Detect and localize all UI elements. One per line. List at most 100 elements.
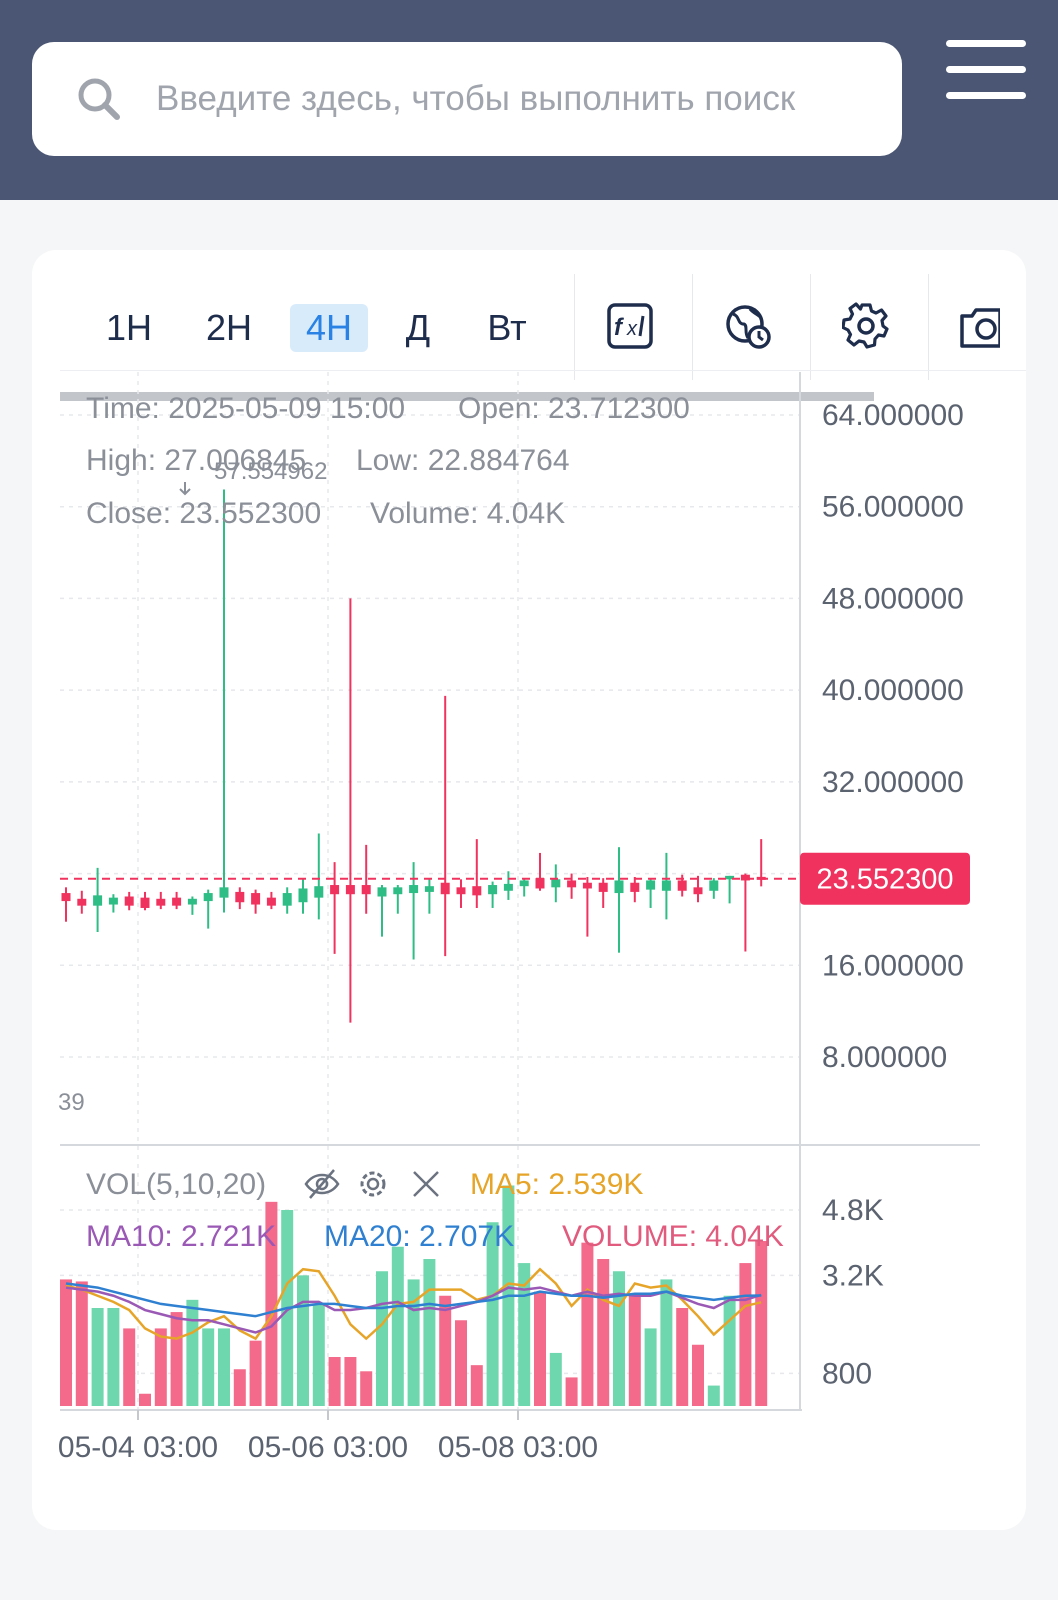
volume-bar [534,1291,546,1406]
volume-bar [312,1303,325,1406]
top-header [0,0,1058,200]
candle-body [472,886,482,896]
candle-body [535,878,545,889]
volume-settings-icon[interactable] [360,1171,386,1197]
ma5-label: MA5: 2.539K [470,1168,643,1201]
volume-bar [376,1271,388,1406]
volume-axis-label: 800 [822,1357,872,1390]
volume-bar [676,1308,689,1406]
candle-body [582,882,592,889]
candle-body [77,898,87,906]
volume-bar [249,1340,262,1406]
ma10-label: MA10: 2.721K [86,1220,276,1253]
volume-axis-label: 3.2K [822,1259,884,1292]
price-chart[interactable]: 23.552300 64.000000 56.000000 48.000000 … [32,250,1026,1510]
candle-body [567,880,577,888]
candle-body [108,897,118,905]
search-icon [78,78,120,120]
candle-body [677,880,687,891]
volume-bar [360,1371,373,1406]
volume-bar [739,1263,752,1406]
volume-bar [186,1299,199,1406]
hamburger-menu-icon[interactable] [946,40,1026,102]
volume-label: VOLUME: 4.04K [562,1220,784,1253]
candle-body [598,882,608,892]
volume-bar [107,1308,120,1406]
price-axis-label: 32.000000 [822,766,964,799]
volume-bar [439,1295,452,1406]
candle-body [551,879,561,888]
volume-bar [139,1393,151,1406]
max-price-mark: 57.554962 [214,458,327,485]
volume-bar [170,1312,183,1406]
volume-bar [328,1357,341,1406]
volume-bar [549,1352,562,1406]
ma20-label: MA20: 2.707K [324,1220,514,1253]
candle-body [614,880,624,894]
volume-bar [628,1295,641,1406]
close-icon[interactable] [413,1171,439,1197]
candle-body [393,887,403,895]
candle-body [409,885,419,894]
volume-bar [692,1344,704,1406]
price-axis-label: 16.000000 [822,949,964,982]
candle-body [646,880,656,890]
volume-bar [644,1328,657,1406]
ohlc-volume: Volume: 4.04K [370,497,565,530]
search-box[interactable] [32,42,902,156]
volume-bar [660,1279,673,1406]
volume-bar [613,1271,625,1406]
volume-indicator-title: VOL(5,10,20) [86,1168,266,1201]
candle-body [298,888,308,903]
candle-body [519,880,529,887]
volume-bar [581,1242,594,1406]
volume-bar [707,1385,720,1406]
price-axis-label: 48.000000 [822,582,964,615]
volume-bar [565,1377,578,1406]
candle-body [140,897,150,908]
eye-hidden-icon[interactable] [304,1169,340,1199]
volume-bar [202,1328,215,1406]
candle-body [503,883,513,891]
volume-bar [455,1320,467,1406]
volume-bar [470,1365,483,1406]
candle-body [203,893,213,902]
current-price-tag: 23.552300 [800,852,970,905]
volume-bar [297,1275,309,1406]
candle-body [235,891,245,903]
volume-bar [233,1369,246,1406]
time-axis-label: 05-04 03:00 [58,1431,218,1464]
candle-body [361,885,371,895]
search-input[interactable] [154,78,878,120]
volume-bar [755,1241,768,1406]
volume-bar [218,1328,230,1406]
candle-body [456,887,466,895]
price-axis-label: 56.000000 [822,491,964,524]
candle-body [266,897,276,906]
candle-body [124,896,134,906]
price-axis-label: 8.000000 [822,1041,947,1074]
candle-body [377,887,387,897]
ohlc-time: Time: 2025-05-09 15:00 [86,392,405,425]
max-mark-arrow-icon [179,482,191,496]
candle-body [61,893,71,902]
ohlc-open: Open: 23.712300 [458,392,690,425]
volume-bar [154,1328,167,1406]
candle-body [314,886,324,898]
chart-card: 1H 2H 4H Д Вт f x 23.552300 64.000000 56… [32,250,1026,1530]
candle-body [488,885,498,895]
candle-body [187,898,197,905]
candle-body [282,893,292,906]
candle-body [424,886,434,892]
volume-bar [75,1281,88,1406]
candle-body [693,887,703,895]
volume-bar [60,1279,72,1406]
volume-axis-label: 4.8K [822,1194,884,1227]
volume-bar [91,1308,104,1406]
candle-body [172,897,182,906]
price-axis-label: 64.000000 [822,399,964,432]
current-price-label: 23.552300 [816,864,953,896]
volume-bar [597,1259,610,1406]
volume-bar [391,1246,404,1406]
cut-axis-label: 39 [58,1089,85,1116]
